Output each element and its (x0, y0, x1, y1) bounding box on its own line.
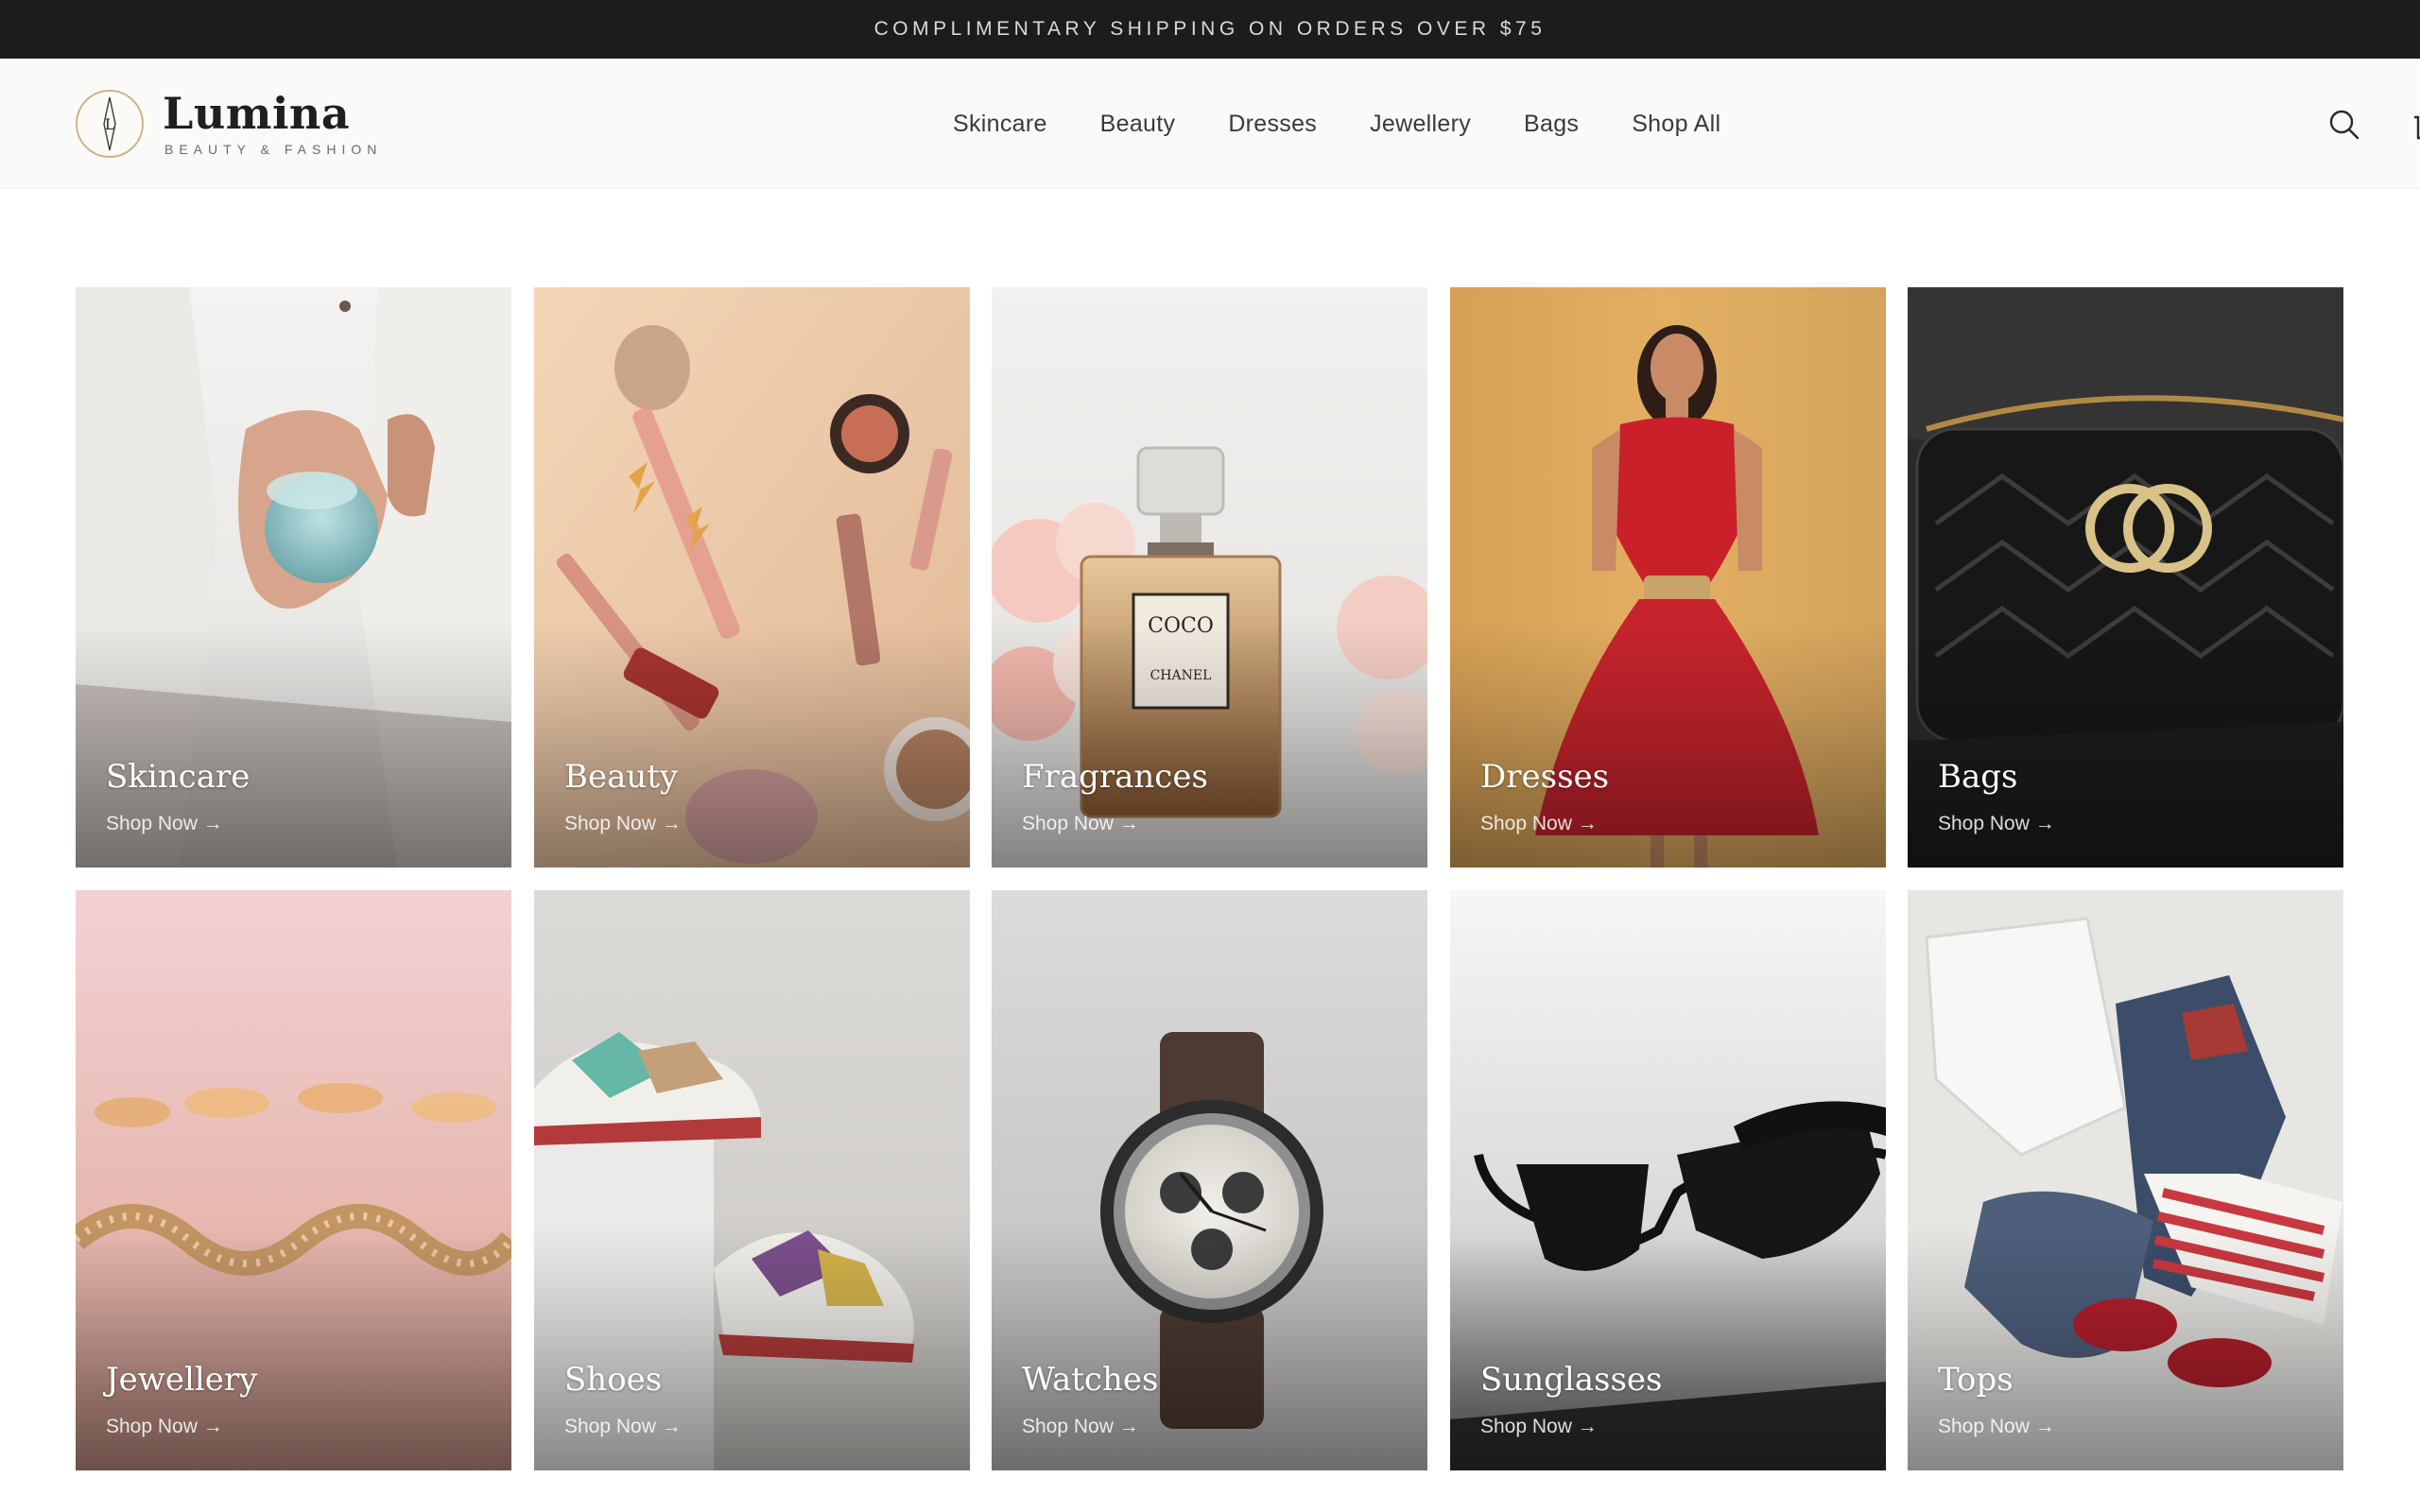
category-tile-skincare[interactable]: Skincare Shop Now → (76, 287, 511, 868)
shop-now-link[interactable]: Shop Now → (1938, 813, 2055, 835)
announcement-bar: COMPLIMENTARY SHIPPING ON ORDERS OVER $7… (0, 0, 2420, 59)
search-button[interactable] (2325, 106, 2363, 144)
category-title: Jewellery (106, 1361, 258, 1399)
logo-link[interactable]: L Lumina BEAUTY & FASHION (76, 88, 382, 160)
shop-now-link[interactable]: Shop Now → (1480, 1416, 1598, 1438)
brand-name: Lumina (163, 88, 351, 139)
category-tile-dresses[interactable]: Dresses Shop Now → (1450, 287, 1886, 868)
category-tile-shoes[interactable]: Shoes Shop Now → (534, 890, 970, 1470)
shop-now-link[interactable]: Shop Now → (1480, 813, 1598, 835)
category-tile-bags[interactable]: Bags Shop Now → (1908, 287, 2343, 868)
announcement-text: COMPLIMENTARY SHIPPING ON ORDERS OVER $7… (873, 18, 1547, 40)
nav-item-beauty[interactable]: Beauty (1100, 111, 1176, 138)
category-title: Tops (1938, 1361, 2014, 1399)
brand-tagline: BEAUTY & FASHION (164, 142, 383, 157)
shop-now-link[interactable]: Shop Now → (1938, 1416, 2055, 1438)
category-tile-beauty[interactable]: Beauty Shop Now → (534, 287, 970, 868)
category-title: Shoes (564, 1361, 663, 1399)
category-tile-watches[interactable]: Watches Shop Now → (992, 890, 1427, 1470)
category-tile-tops[interactable]: Tops Shop Now → (1908, 890, 2343, 1470)
svg-text:L: L (105, 115, 115, 133)
main-nav: Skincare Beauty Dresses Jewellery Bags S… (953, 59, 1720, 189)
shop-now-link[interactable]: Shop Now → (1022, 1416, 1139, 1438)
category-tile-jewellery[interactable]: Jewellery Shop Now → (76, 890, 511, 1470)
cart-button[interactable] (2411, 108, 2420, 142)
shop-now-link[interactable]: Shop Now → (564, 1416, 682, 1438)
logo-icon: L (76, 90, 144, 158)
site-header: L Lumina BEAUTY & FASHION Skincare Beaut… (0, 59, 2420, 189)
shop-now-link[interactable]: Shop Now → (564, 813, 682, 835)
shop-now-link[interactable]: Shop Now → (106, 813, 223, 835)
category-title: Watches (1022, 1361, 1159, 1399)
nav-item-bags[interactable]: Bags (1524, 111, 1579, 138)
category-title: Bags (1938, 758, 2018, 796)
search-icon (2329, 110, 2360, 140)
shop-now-link[interactable]: Shop Now → (1022, 813, 1139, 835)
category-title: Fragrances (1022, 758, 1208, 796)
nav-item-dresses[interactable]: Dresses (1228, 111, 1317, 138)
category-tile-sunglasses[interactable]: Sunglasses Shop Now → (1450, 890, 1886, 1470)
nav-item-jewellery[interactable]: Jewellery (1370, 111, 1471, 138)
category-tile-fragrances[interactable]: COCO CHANEL Fragrances Shop Now → (992, 287, 1427, 868)
category-title: Beauty (564, 758, 679, 796)
category-title: Sunglasses (1480, 1361, 1663, 1399)
category-title: Dresses (1480, 758, 1610, 796)
nav-item-shop-all[interactable]: Shop All (1632, 111, 1720, 138)
category-title: Skincare (106, 758, 251, 796)
cart-icon (2414, 115, 2420, 140)
nav-item-skincare[interactable]: Skincare (953, 111, 1047, 138)
shop-now-link[interactable]: Shop Now → (106, 1416, 223, 1438)
